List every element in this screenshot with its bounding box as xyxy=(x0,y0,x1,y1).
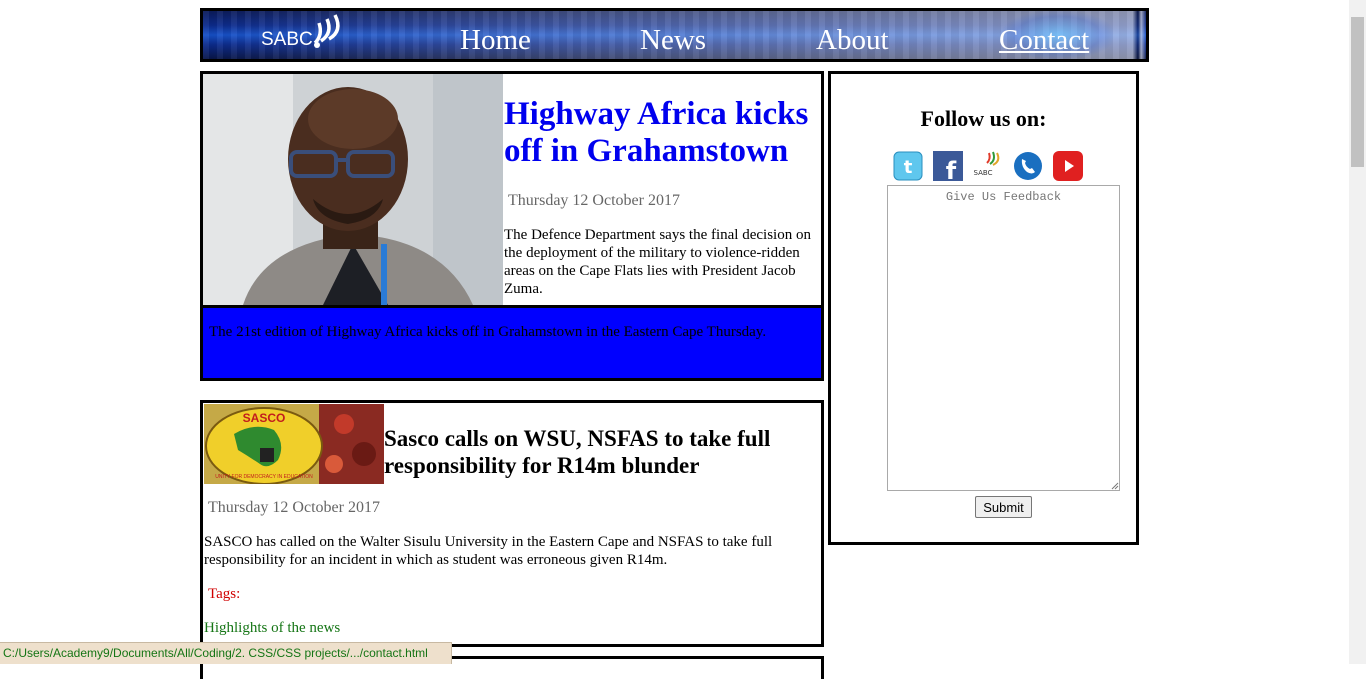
nav-about-link[interactable]: About xyxy=(816,23,889,57)
news-article: SASCO UNITY FOR DEMOCRACY IN EDUCATION S… xyxy=(200,400,824,647)
sasco-thumbnail: SASCO UNITY FOR DEMOCRACY IN EDUCATION xyxy=(204,404,384,484)
nav-news-link[interactable]: News xyxy=(640,23,706,57)
sidebar-panel: Follow us on: t f SABC Give Us Feedback … xyxy=(828,71,1139,545)
sabc-signal-icon xyxy=(313,14,340,48)
sasco-logo-text: SASCO xyxy=(243,411,286,425)
sasco-logo-motto: UNITY FOR DEMOCRACY IN EDUCATION xyxy=(215,474,313,480)
scroll-thumb[interactable] xyxy=(1351,17,1364,167)
sabc-icon[interactable]: SABC xyxy=(973,151,1003,181)
svg-text:SABC: SABC xyxy=(974,169,993,177)
submit-button[interactable]: Submit xyxy=(975,496,1032,518)
featured-article-banner: The 21st edition of Highway Africa kicks… xyxy=(203,305,821,378)
resize-grip-icon[interactable] xyxy=(1111,482,1119,490)
feedback-textarea[interactable] xyxy=(887,185,1120,491)
featured-article-title[interactable]: Highway Africa kicks off in Grahamstown xyxy=(504,96,814,170)
phone-icon[interactable] xyxy=(1013,151,1043,181)
facebook-icon[interactable]: f xyxy=(933,151,963,185)
page-scrollbar[interactable] xyxy=(1349,0,1366,664)
featured-article: Highway Africa kicks off in Grahamstown … xyxy=(200,71,824,381)
featured-article-banner-text: The 21st edition of Highway Africa kicks… xyxy=(209,324,767,340)
youtube-icon[interactable] xyxy=(1053,151,1083,181)
article-photo xyxy=(203,74,503,305)
news-article-body: SASCO has called on the Walter Sisulu Un… xyxy=(204,534,773,568)
logo-text: SABC xyxy=(261,29,313,50)
featured-article-date: Thursday 12 October 2017 xyxy=(508,192,680,209)
svg-text:t: t xyxy=(904,157,913,178)
highlights-link[interactable]: Highlights of the news xyxy=(204,620,340,637)
svg-text:f: f xyxy=(946,157,957,181)
nav-contact-link[interactable]: Contact xyxy=(999,23,1089,57)
twitter-icon[interactable]: t xyxy=(893,151,923,181)
link-status-bar: C:/Users/Academy9/Documents/All/Coding/2… xyxy=(0,642,452,664)
header-nav-bar: SABC Home News About Contact xyxy=(200,8,1149,62)
news-article-date: Thursday 12 October 2017 xyxy=(208,499,380,516)
news-article-tags-label: Tags: xyxy=(208,586,241,602)
social-icons-row: t f SABC xyxy=(891,151,1091,185)
news-article-title[interactable]: Sasco calls on WSU, NSFAS to take full r… xyxy=(384,425,814,479)
sabc-logo[interactable]: SABC xyxy=(261,14,361,53)
featured-article-body: The Defence Department says the final de… xyxy=(504,227,811,297)
follow-us-heading: Follow us on: xyxy=(920,106,1047,131)
nav-home-link[interactable]: Home xyxy=(460,23,531,57)
